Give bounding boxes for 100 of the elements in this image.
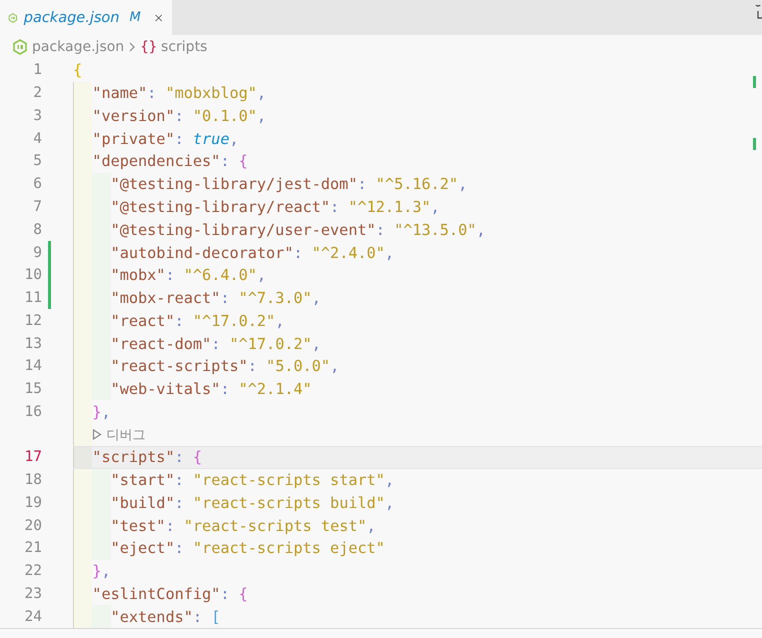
json-key: "dependencies" xyxy=(92,152,220,170)
json-string: "5.0.0" xyxy=(266,357,330,376)
breadcrumb-section[interactable]: scripts xyxy=(161,39,208,55)
indent-guide xyxy=(73,605,92,628)
json-key: "start" xyxy=(110,471,175,490)
bracket: { xyxy=(73,61,82,80)
json-string: "react-scripts eject" xyxy=(192,539,385,558)
punctuation: : xyxy=(220,289,230,308)
punctuation: : xyxy=(165,266,176,284)
json-key: "name" xyxy=(92,84,148,102)
json-string: "^6.4.0" xyxy=(184,266,257,284)
punctuation: , xyxy=(384,494,394,512)
punctuation: : xyxy=(174,106,185,125)
editor-tab[interactable]: package.json M xyxy=(0,0,172,35)
punctuation: , xyxy=(101,402,111,421)
breadcrumb-file[interactable]: package.json xyxy=(32,39,124,55)
line-number: 6 xyxy=(32,176,42,192)
punctuation: , xyxy=(312,334,321,353)
line-number: 15 xyxy=(24,381,42,398)
punctuation: : xyxy=(147,84,158,102)
bracket: { xyxy=(192,448,202,466)
json-key: "mobx-react" xyxy=(110,289,220,308)
json-key: "test" xyxy=(110,516,166,535)
punctuation: : xyxy=(220,584,230,603)
indent-guide xyxy=(73,82,92,105)
punctuation: , xyxy=(312,289,321,308)
json-string: "^13.5.0" xyxy=(394,220,476,239)
hexagon-icon xyxy=(12,39,28,55)
punctuation: : xyxy=(174,312,185,330)
line-number: 18 xyxy=(24,472,42,488)
chevron-icon xyxy=(128,42,136,52)
punctuation: , xyxy=(476,220,486,239)
punctuation: , xyxy=(229,130,239,148)
json-key: "react-dom" xyxy=(110,334,212,353)
json-string: "mobxblog" xyxy=(165,84,257,102)
punctuation: : xyxy=(165,516,176,535)
json-key: "react" xyxy=(110,312,175,330)
line-number: 1 xyxy=(32,62,42,78)
bracket: } xyxy=(92,402,102,421)
indent-guide xyxy=(92,605,111,628)
punctuation: : xyxy=(220,152,230,170)
json-key: "react-scripts" xyxy=(110,357,248,376)
line-number: 4 xyxy=(32,130,42,147)
line-number: 11 xyxy=(24,290,42,306)
json-string: "^12.1.3" xyxy=(348,198,431,216)
json-string: "^5.16.2" xyxy=(376,175,458,194)
line-number: 17 xyxy=(24,449,42,466)
bracket: [ xyxy=(211,608,220,626)
json-key: "scripts" xyxy=(92,448,175,466)
line-number: 14 xyxy=(24,358,42,374)
line-number: 3 xyxy=(32,108,42,124)
punctuation: : xyxy=(220,380,230,398)
json-key: "autobind-decorator" xyxy=(110,244,294,262)
line-number: 13 xyxy=(24,336,42,352)
punctuation: , xyxy=(384,244,394,262)
line-number: 12 xyxy=(24,312,42,329)
json-keyword: true xyxy=(192,130,230,148)
punctuation: : xyxy=(174,539,185,558)
punctuation: : xyxy=(376,220,386,239)
punctuation: : xyxy=(192,608,204,626)
punctuation: : xyxy=(357,175,368,194)
line-number: 8 xyxy=(32,222,42,238)
line-number: 7 xyxy=(32,198,42,215)
line-number: 9 xyxy=(32,244,42,260)
bracket: } xyxy=(92,562,102,580)
bracket: { xyxy=(238,584,248,603)
json-key: "web-vitals" xyxy=(110,380,220,398)
line-number: 16 xyxy=(24,404,42,420)
line-number: 22 xyxy=(24,563,42,580)
json-key: "mobx" xyxy=(110,266,166,284)
json-string: "react-scripts build" xyxy=(192,494,385,512)
debug-codelens[interactable]: 디버그 xyxy=(92,426,146,444)
json-key: "@testing-library/react" xyxy=(110,198,330,216)
punctuation: , xyxy=(256,106,266,125)
punctuation: : xyxy=(293,244,304,262)
punctuation: , xyxy=(330,357,340,376)
object-symbol: {} xyxy=(140,39,158,55)
json-string: "^17.0.2" xyxy=(192,312,276,330)
punctuation: : xyxy=(330,198,340,216)
json-string: "^17.0.2" xyxy=(229,334,312,353)
punctuation: : xyxy=(248,357,258,376)
punctuation: : xyxy=(174,130,185,148)
line-number: 23 xyxy=(24,586,42,602)
modified-indicator-label: M xyxy=(129,10,141,25)
punctuation: , xyxy=(256,266,266,284)
punctuation: , xyxy=(366,516,376,535)
json-key: "version" xyxy=(92,106,175,125)
punctuation: : xyxy=(174,471,185,490)
line-number: 19 xyxy=(24,494,42,511)
json-key: "extends" xyxy=(110,608,193,626)
punctuation: , xyxy=(275,312,284,330)
line-number: 5 xyxy=(32,153,42,170)
json-key: "@testing-library/jest-dom" xyxy=(110,175,358,194)
punctuation: : xyxy=(211,334,222,353)
punctuation: : xyxy=(174,448,185,466)
punctuation: , xyxy=(101,562,111,580)
line-number: 24 xyxy=(24,608,42,625)
punctuation: , xyxy=(430,198,440,216)
punctuation: , xyxy=(384,471,394,490)
json-key: "@testing-library/user-event" xyxy=(110,220,376,239)
